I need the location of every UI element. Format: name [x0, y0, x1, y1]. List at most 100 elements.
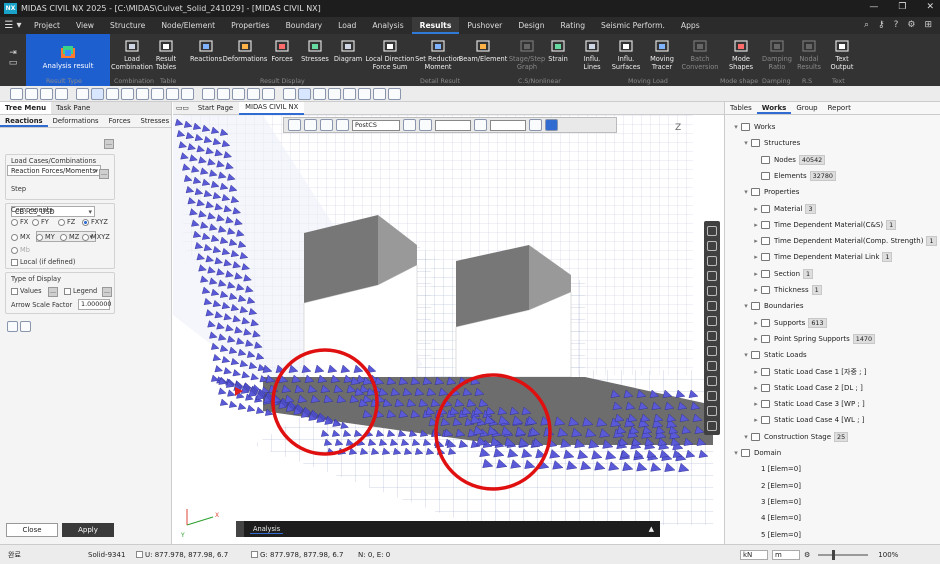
unit-settings-icon[interactable]: ⚙	[804, 551, 810, 559]
tree-expander-icon[interactable]: ▸	[751, 384, 761, 392]
component-radio-fz[interactable]: FZ	[58, 218, 75, 226]
tree-item[interactable]: 3 [Elem=0]	[751, 494, 801, 510]
radio-dot[interactable]	[60, 233, 67, 241]
tree-item[interactable]: 5 [Elem=0]	[751, 527, 801, 543]
quick-tool-icon[interactable]	[151, 87, 164, 100]
component-radio-my[interactable]: MY	[36, 233, 55, 241]
subtab-deformations[interactable]: Deformations	[48, 115, 104, 127]
view-tool-icon[interactable]	[707, 391, 717, 401]
key-icon[interactable]: ⚷	[878, 20, 885, 30]
quick-tool-icon[interactable]	[25, 87, 38, 100]
tree-item[interactable]: ▸ Time Dependent Material Link 1	[751, 249, 893, 265]
tree-expander-icon[interactable]: ▾	[741, 302, 751, 310]
tree-item[interactable]: ▾ Structures	[741, 135, 800, 151]
tree-item[interactable]: ▸ Static Load Case 1 [자중 ; ]	[751, 364, 866, 380]
view-tool-icon[interactable]	[707, 421, 717, 431]
vp-select-icon[interactable]	[288, 119, 301, 131]
quick-tool-icon[interactable]	[262, 87, 275, 100]
view-tool-icon[interactable]	[707, 226, 717, 236]
quick-tool-icon[interactable]	[166, 87, 179, 100]
tree-item[interactable]: ▾ Static Loads	[741, 347, 807, 363]
vp-elem-icon[interactable]	[474, 119, 487, 131]
values-checkbox[interactable]: Values	[11, 287, 42, 295]
tree-expander-icon[interactable]: ▸	[751, 205, 761, 213]
minimize-icon[interactable]: —	[869, 2, 878, 12]
load-case-more-button[interactable]: …	[99, 169, 109, 179]
radio-dot[interactable]	[11, 246, 18, 254]
quick-tool-icon[interactable]	[91, 87, 104, 100]
vp-view-icon[interactable]	[320, 119, 333, 131]
tree-item[interactable]: Nodes 40542	[751, 152, 826, 168]
vp-combo-3[interactable]	[490, 119, 526, 131]
menu-properties[interactable]: Properties	[223, 17, 277, 34]
quick-tool-icon[interactable]	[121, 87, 134, 100]
tab-task-pane[interactable]: Task Pane	[51, 102, 95, 114]
quick-tool-icon[interactable]	[40, 87, 53, 100]
analysis-tab[interactable]: Analysis	[250, 525, 284, 534]
reactions-button[interactable]: Reactions	[188, 34, 224, 86]
length-unit-select[interactable]: m	[772, 549, 800, 560]
menu-pushover[interactable]: Pushover	[459, 17, 510, 34]
quick-tool-icon[interactable]	[217, 87, 230, 100]
tree-item[interactable]: ▸ Time Dependent Material(Comp. Strength)…	[751, 233, 937, 249]
quick-tool-icon[interactable]	[136, 87, 149, 100]
tree-item[interactable]: ▾ Works	[731, 119, 775, 135]
quick-tool-icon[interactable]	[283, 87, 296, 100]
component-radio-mb[interactable]: Mb	[11, 246, 30, 254]
local-checkbox[interactable]: Local (if defined)	[11, 258, 75, 266]
quick-tool-icon[interactable]	[181, 87, 194, 100]
tree-expander-icon[interactable]: ▾	[741, 139, 751, 147]
tab-midas-civil-nx[interactable]: MIDAS CIVIL NX	[239, 101, 305, 115]
quick-tool-icon[interactable]	[55, 87, 68, 100]
vp-filter-icon[interactable]	[403, 119, 416, 131]
radio-dot[interactable]	[11, 218, 18, 226]
radio-dot[interactable]	[82, 218, 89, 226]
tree-item[interactable]: 1 [Elem=0]	[751, 461, 801, 477]
menu-rating[interactable]: Rating	[553, 17, 593, 34]
view-tool-icon[interactable]	[707, 286, 717, 296]
menu-seismic-perform-[interactable]: Seismic Perform.	[593, 17, 673, 34]
quick-tool-icon[interactable]	[232, 87, 245, 100]
quick-tool-icon[interactable]	[313, 87, 326, 100]
legend-checkbox-box[interactable]	[64, 287, 71, 295]
analysis-bar-expand-icon[interactable]: ▲	[649, 525, 654, 533]
quick-tool-icon[interactable]	[298, 87, 311, 100]
legend-more-button[interactable]: …	[102, 287, 112, 297]
vp-node-icon[interactable]	[419, 119, 432, 131]
close-icon[interactable]: ✕	[926, 2, 934, 12]
local-direction-force-sum-button[interactable]: Local Direction Force Sum	[364, 34, 416, 86]
radio-dot[interactable]	[82, 233, 89, 241]
menu-view[interactable]: View	[68, 17, 102, 34]
apply-button[interactable]: Apply	[62, 523, 114, 537]
view-tool-icon[interactable]	[707, 376, 717, 386]
tab-start-page[interactable]: Start Page	[192, 104, 239, 112]
tree-item[interactable]: ▾ Construction Stage 25	[741, 429, 849, 445]
beam-element-button[interactable]: Beam/Element	[459, 34, 507, 86]
quick-tool-icon[interactable]	[106, 87, 119, 100]
tree-expander-icon[interactable]: ▸	[751, 237, 761, 245]
tab-report[interactable]: Report	[823, 102, 856, 114]
force-unit-select[interactable]: kN	[740, 549, 768, 560]
tree-item[interactable]: ▾ Properties	[741, 184, 799, 200]
menu-load[interactable]: Load	[330, 17, 364, 34]
tree-expander-icon[interactable]: ▾	[731, 123, 741, 131]
menu-node-element[interactable]: Node/Element	[153, 17, 223, 34]
help-icon[interactable]: ?	[894, 20, 899, 30]
component-radio-mz[interactable]: MZ	[60, 233, 79, 241]
tab-tree-menu[interactable]: Tree Menu	[0, 102, 52, 114]
analysis-bar-grip[interactable]	[236, 521, 244, 537]
values-checkbox-box[interactable]	[11, 287, 18, 295]
save-settings-icon[interactable]	[20, 321, 31, 332]
component-radio-mxyz[interactable]: MXYZ	[82, 233, 110, 241]
view-tool-icon[interactable]	[707, 406, 717, 416]
hamburger-menu-icon[interactable]: ☰ ▾	[0, 20, 26, 31]
subtab-stresses[interactable]: Stresses	[136, 115, 175, 127]
batch-conversion-button[interactable]: Batch Conversion	[680, 34, 720, 86]
view-tool-icon[interactable]	[707, 256, 717, 266]
tree-item[interactable]: ▾ Domain	[731, 445, 781, 461]
view-tool-icon[interactable]	[707, 346, 717, 356]
tab-tables[interactable]: Tables	[725, 102, 757, 114]
search-icon[interactable]: ⌕	[864, 20, 869, 30]
tab-group[interactable]: Group	[791, 102, 822, 114]
tree-expander-icon[interactable]: ▾	[741, 351, 751, 359]
